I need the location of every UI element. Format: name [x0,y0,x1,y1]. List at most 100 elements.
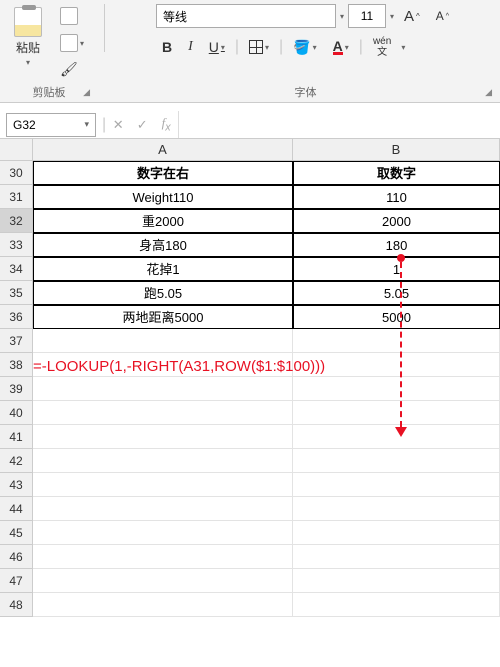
copy-button[interactable]: ▾ [54,31,90,55]
font-group-label: 字体 [119,84,492,100]
formula-annotation[interactable]: =-LOOKUP(1,-RIGHT(A31,ROW($1:$100))) [33,353,293,377]
clipboard-group: 粘贴 ▾ ▾ 🖌 剪贴板 ◢ [8,4,90,100]
cell[interactable] [33,497,293,521]
chevron-down-icon[interactable]: ▾ [340,12,344,21]
borders-button[interactable]: ▾ [243,37,275,57]
font-color-icon: A [333,40,343,55]
accept-formula-button[interactable]: ✓ [130,117,154,133]
cell[interactable] [293,545,500,569]
cell[interactable]: Weight110 [33,185,293,209]
name-box[interactable]: G32 ▾ [6,113,96,137]
cell[interactable] [293,569,500,593]
cell[interactable] [33,329,293,353]
cell[interactable] [33,473,293,497]
fill-color-button[interactable]: 🪣 ▾ [287,36,322,59]
chevron-down-icon: ▾ [26,58,30,67]
cell[interactable] [33,377,293,401]
row-header[interactable]: 33 [0,233,33,257]
cell[interactable]: 两地距离5000 [33,305,293,329]
row-header[interactable]: 36 [0,305,33,329]
cell[interactable] [293,473,500,497]
row-header[interactable]: 35 [0,281,33,305]
row-header[interactable]: 31 [0,185,33,209]
row-header[interactable]: 44 [0,497,33,521]
cell[interactable]: 2000 [293,209,500,233]
cell[interactable]: 身高180 [33,233,293,257]
chevron-down-icon[interactable]: ▾ [390,12,394,21]
clipboard-dialog-launcher[interactable]: ◢ [83,87,90,98]
bold-button[interactable]: B [156,36,178,58]
cell[interactable] [293,401,500,425]
cell[interactable]: 重2000 [33,209,293,233]
row-header[interactable]: 43 [0,473,33,497]
cell[interactable]: 180 [293,233,500,257]
chevron-down-icon: ▾ [221,43,225,52]
copy-icon [60,34,78,52]
row-header[interactable]: 41 [0,425,33,449]
cell[interactable] [33,449,293,473]
cell[interactable] [293,593,500,617]
row-header[interactable]: 34 [0,257,33,281]
ribbon: 粘贴 ▾ ▾ 🖌 剪贴板 ◢ ▾ ▾ A^ A^ B I [0,0,500,103]
column-header[interactable]: A [33,139,293,161]
cell[interactable]: 跑5.05 [33,281,293,305]
scissors-icon [60,7,78,25]
cell[interactable] [293,377,500,401]
cell[interactable] [33,593,293,617]
brush-icon: 🖌 [60,61,80,81]
cell[interactable]: 5000 [293,305,500,329]
chevron-down-icon: ▾ [84,119,89,130]
cell[interactable]: 花掉1 [33,257,293,281]
cell[interactable] [293,329,500,353]
font-name-select[interactable] [156,4,336,28]
row-header[interactable]: 40 [0,401,33,425]
row-header[interactable]: 45 [0,521,33,545]
row-header[interactable]: 30 [0,161,33,185]
cell[interactable] [293,353,500,377]
font-size-select[interactable] [348,4,386,28]
cell[interactable] [293,449,500,473]
fx-button[interactable]: fx [154,115,178,134]
row-header[interactable]: 37 [0,329,33,353]
cell[interactable]: 取数字 [293,161,500,185]
cell[interactable]: 1 [293,257,500,281]
row-header[interactable]: 32 [0,209,33,233]
font-color-button[interactable]: A ▾ [327,37,355,58]
font-dialog-launcher[interactable]: ◢ [485,87,492,98]
cell[interactable] [33,545,293,569]
paste-button[interactable]: 粘贴 ▾ [8,4,48,70]
cell[interactable] [293,497,500,521]
font-group: ▾ ▾ A^ A^ B I U ▾ | ▾ | 🪣 ▾ A ▾ | wén 文 [119,4,492,100]
pinyin-button[interactable]: wén 文 [367,34,397,60]
increase-font-button[interactable]: A^ [398,5,426,28]
row-header[interactable]: 39 [0,377,33,401]
cell[interactable] [33,425,293,449]
underline-button[interactable]: U ▾ [203,36,231,58]
formula-input[interactable] [178,111,500,138]
cancel-formula-button[interactable]: ✕ [106,117,130,133]
cell[interactable] [33,401,293,425]
cell[interactable] [293,521,500,545]
row-header[interactable]: 48 [0,593,33,617]
decrease-font-button[interactable]: A^ [430,6,455,26]
cell[interactable]: 110 [293,185,500,209]
border-icon [249,40,263,54]
separator [104,4,105,52]
column-header[interactable]: B [293,139,500,161]
format-painter-button[interactable]: 🖌 [54,58,90,84]
cut-button[interactable] [54,4,90,28]
italic-button[interactable]: I [182,36,199,58]
row-header[interactable]: 38 [0,353,33,377]
cell[interactable] [33,521,293,545]
select-all-corner[interactable] [0,139,33,161]
cell[interactable] [33,569,293,593]
row-header[interactable]: 47 [0,569,33,593]
cell[interactable]: 5.05 [293,281,500,305]
row-header[interactable]: 46 [0,545,33,569]
cell[interactable] [293,425,500,449]
chevron-down-icon: ▾ [345,43,349,52]
chevron-down-icon: ▾ [80,39,84,48]
row-header[interactable]: 42 [0,449,33,473]
chevron-down-icon[interactable]: ▾ [401,43,405,52]
cell[interactable]: 数字在右 [33,161,293,185]
